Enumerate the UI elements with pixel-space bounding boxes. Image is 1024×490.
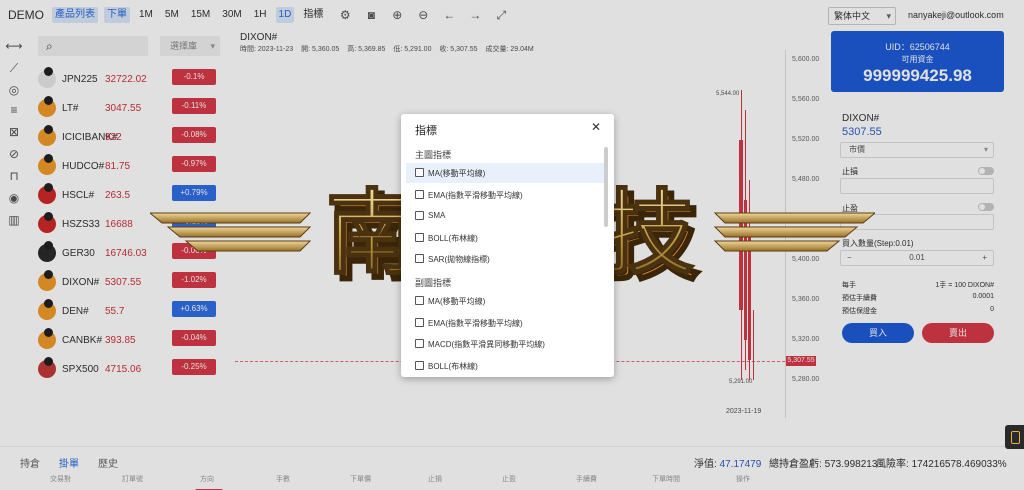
sub-indicators-title: 副圖指標 xyxy=(415,278,452,288)
indicator-option[interactable]: MA(移動平均線) xyxy=(406,163,607,183)
checkbox[interactable] xyxy=(415,189,424,199)
indicator-label: BOLL(布林線) xyxy=(428,361,478,371)
indicator-option[interactable]: BOLL(布林線) xyxy=(415,228,607,248)
indicators-modal: 指標 ✕ 主圖指標 MA(移動平均線) EMA(指數平滑移動平均線) SMA BOLL… xyxy=(401,114,614,377)
right-wing-icon xyxy=(713,212,875,252)
indicator-label: MA(移動平均線) xyxy=(428,169,486,178)
indicator-label: EMA(指數平滑移動平均線) xyxy=(428,318,523,328)
checkbox[interactable] xyxy=(415,211,424,220)
checkbox[interactable] xyxy=(415,317,424,327)
modal-title: 指標 xyxy=(415,125,437,137)
checkbox[interactable] xyxy=(415,254,424,263)
indicator-option[interactable]: EMA(指數平滑移動平均線) xyxy=(415,313,607,333)
left-wing-icon xyxy=(150,212,312,252)
modal-scrollbar[interactable] xyxy=(604,147,608,227)
checkbox[interactable] xyxy=(415,339,424,348)
indicator-option[interactable]: MA(移動平均線) xyxy=(415,291,607,311)
main-indicators-title: 主圖指標 xyxy=(415,150,452,160)
close-icon[interactable]: ✕ xyxy=(591,120,601,134)
checkbox[interactable] xyxy=(415,232,424,242)
indicator-option[interactable]: EMA(指數平滑移動平均線) xyxy=(415,185,607,205)
floating-side-button[interactable] xyxy=(1005,425,1024,449)
indicator-option[interactable]: SMA xyxy=(415,206,607,226)
indicator-label: EMA(指數平滑移動平均線) xyxy=(428,190,523,200)
indicator-option[interactable]: BOLL(布林線) xyxy=(415,356,607,376)
indicator-label: SAR(拋物線指標) xyxy=(428,255,490,264)
indicator-option[interactable]: MACD(指數平滑異同移動平均線) xyxy=(415,334,607,354)
indicator-option[interactable]: SAR(拋物線指標) xyxy=(415,249,607,269)
indicator-label: SMA xyxy=(428,211,446,220)
indicator-label: MA(移動平均線) xyxy=(428,297,486,306)
checkbox[interactable] xyxy=(415,168,424,177)
indicator-label: MACD(指數平滑異同移動平均線) xyxy=(428,340,545,349)
checkbox[interactable] xyxy=(415,360,424,370)
indicator-label: BOLL(布林線) xyxy=(428,233,478,243)
checkbox[interactable] xyxy=(415,296,424,305)
